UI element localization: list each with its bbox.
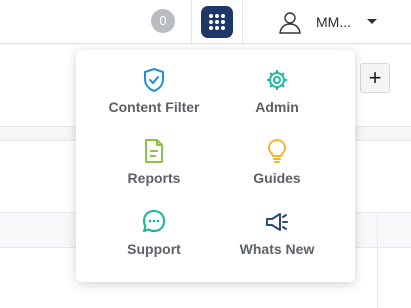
chevron-down-icon <box>367 19 377 24</box>
menu-item-guides[interactable]: Guides <box>207 138 347 210</box>
lightbulb-icon <box>268 139 286 163</box>
user-icon <box>279 12 301 34</box>
menu-item-label: Whats New <box>239 241 315 257</box>
apps-grid-button[interactable] <box>201 6 233 38</box>
plus-icon: + <box>368 65 382 90</box>
menu-item-label: Support <box>127 241 181 257</box>
notification-badge[interactable]: 0 <box>151 9 175 33</box>
apps-menu: Content Filter Admin Reports Guides Supp… <box>76 50 355 282</box>
table-divider <box>377 212 378 308</box>
menu-item-content-filter[interactable]: Content Filter <box>84 67 224 139</box>
menu-item-support[interactable]: Support <box>84 209 224 281</box>
document-icon <box>145 139 163 163</box>
menu-item-label: Reports <box>127 170 181 186</box>
menu-item-label: Admin <box>255 99 299 115</box>
menu-item-label: Content Filter <box>108 99 200 115</box>
menu-item-admin[interactable]: Admin <box>207 67 347 139</box>
divider <box>242 0 243 44</box>
add-button[interactable]: + <box>360 63 390 93</box>
user-name: MM... <box>316 14 351 30</box>
menu-item-reports[interactable]: Reports <box>84 138 224 210</box>
gear-icon <box>267 70 287 90</box>
chat-bubble-icon <box>143 210 165 232</box>
menu-item-whats-new[interactable]: Whats New <box>207 209 347 281</box>
shield-check-icon <box>144 68 164 92</box>
divider <box>191 0 192 44</box>
menu-item-label: Guides <box>253 170 301 186</box>
top-bar: 0 MM... <box>0 0 411 44</box>
megaphone-icon <box>266 213 288 231</box>
